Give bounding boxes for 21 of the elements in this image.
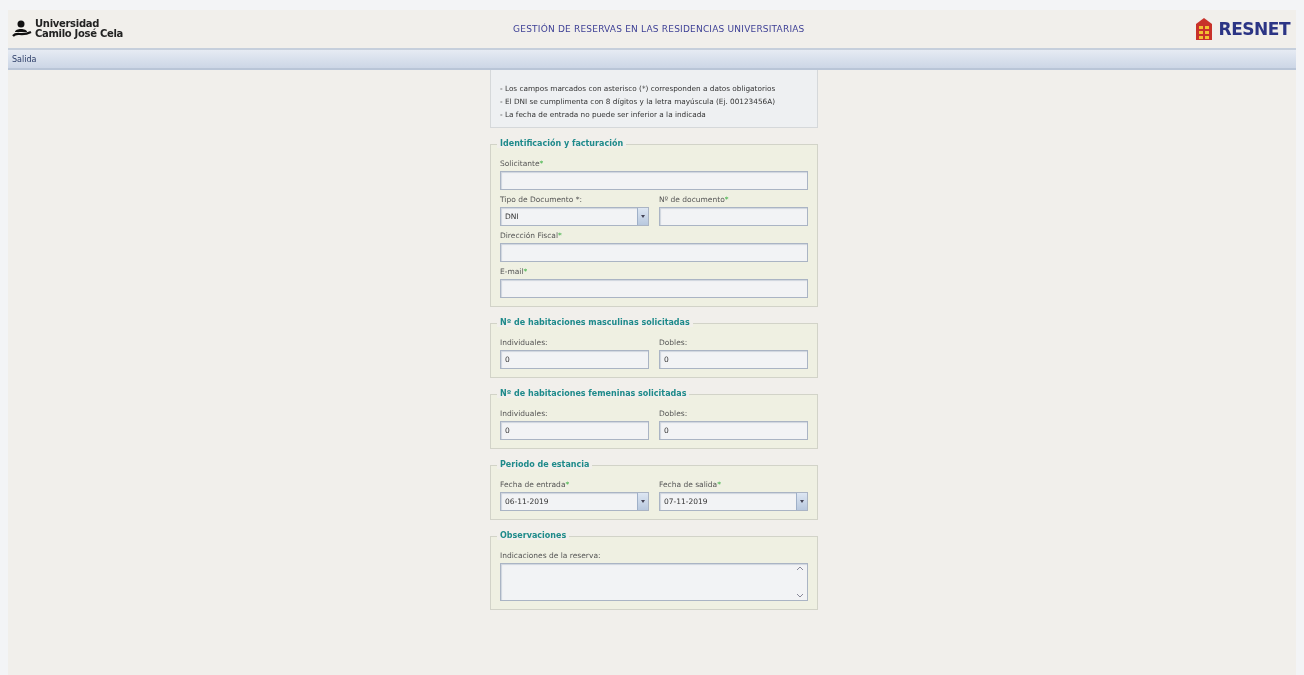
section-legend: Periodo de estancia [497,460,593,469]
input-field[interactable] [500,243,808,262]
dropdown-caret-icon[interactable] [637,208,648,225]
section-legend: Observaciones [497,531,570,540]
input-field[interactable] [500,171,808,190]
scroll-up-icon[interactable] [796,566,804,571]
building-icon [1194,18,1213,40]
input-field[interactable] [659,207,808,226]
university-name: Universidad Camilo José Cela [35,19,124,39]
brand-name: RESNET [1218,19,1290,39]
section-legend: Identificación y facturación [497,139,627,148]
section-legend: Nº de habitaciones masculinas solicitadas [497,318,693,327]
dropdown-caret-icon[interactable] [637,493,648,510]
textarea-field[interactable] [500,563,808,601]
scroll-down-icon[interactable] [796,593,804,598]
university-logo-icon [12,20,32,38]
page-title: GESTIÓN DE RESERVAS EN LAS RESIDENCIAS UNIVERSITARIAS [513,24,805,34]
section-legend: Nº de habitaciones femeninas solicitadas [497,389,690,398]
dropdown-caret-icon[interactable] [796,493,807,510]
menu-item[interactable]: Salida [12,54,37,64]
input-field[interactable] [500,279,808,298]
